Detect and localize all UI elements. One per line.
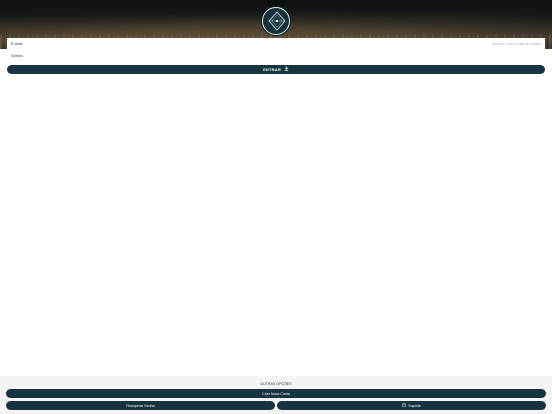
support-label: Suporte bbox=[408, 403, 421, 408]
create-account-label: Criar Nova Conta bbox=[262, 391, 290, 396]
support-button[interactable]: ? Suporte bbox=[277, 401, 546, 410]
password-row: Senha bbox=[7, 50, 545, 61]
email-field[interactable] bbox=[37, 39, 543, 48]
password-field[interactable] bbox=[37, 51, 543, 60]
email-label: E-mail bbox=[11, 41, 23, 46]
login-arrow-icon bbox=[284, 66, 289, 73]
help-icon: ? bbox=[402, 403, 407, 408]
reset-password-button[interactable]: Recuperar Senha bbox=[6, 401, 275, 410]
email-row: E-mail bbox=[7, 38, 545, 49]
diamond-seal-icon bbox=[268, 11, 286, 31]
login-form: E-mail Senha bbox=[7, 38, 545, 62]
other-options-title: OUTRAS OPÇÕES bbox=[260, 382, 292, 386]
brand-logo bbox=[262, 7, 290, 35]
create-account-button[interactable]: Criar Nova Conta bbox=[6, 389, 546, 398]
reset-password-label: Recuperar Senha bbox=[126, 403, 155, 408]
login-button[interactable]: ENTRAR bbox=[7, 65, 545, 74]
password-label: Senha bbox=[11, 53, 23, 58]
login-button-label: ENTRAR bbox=[263, 67, 281, 72]
